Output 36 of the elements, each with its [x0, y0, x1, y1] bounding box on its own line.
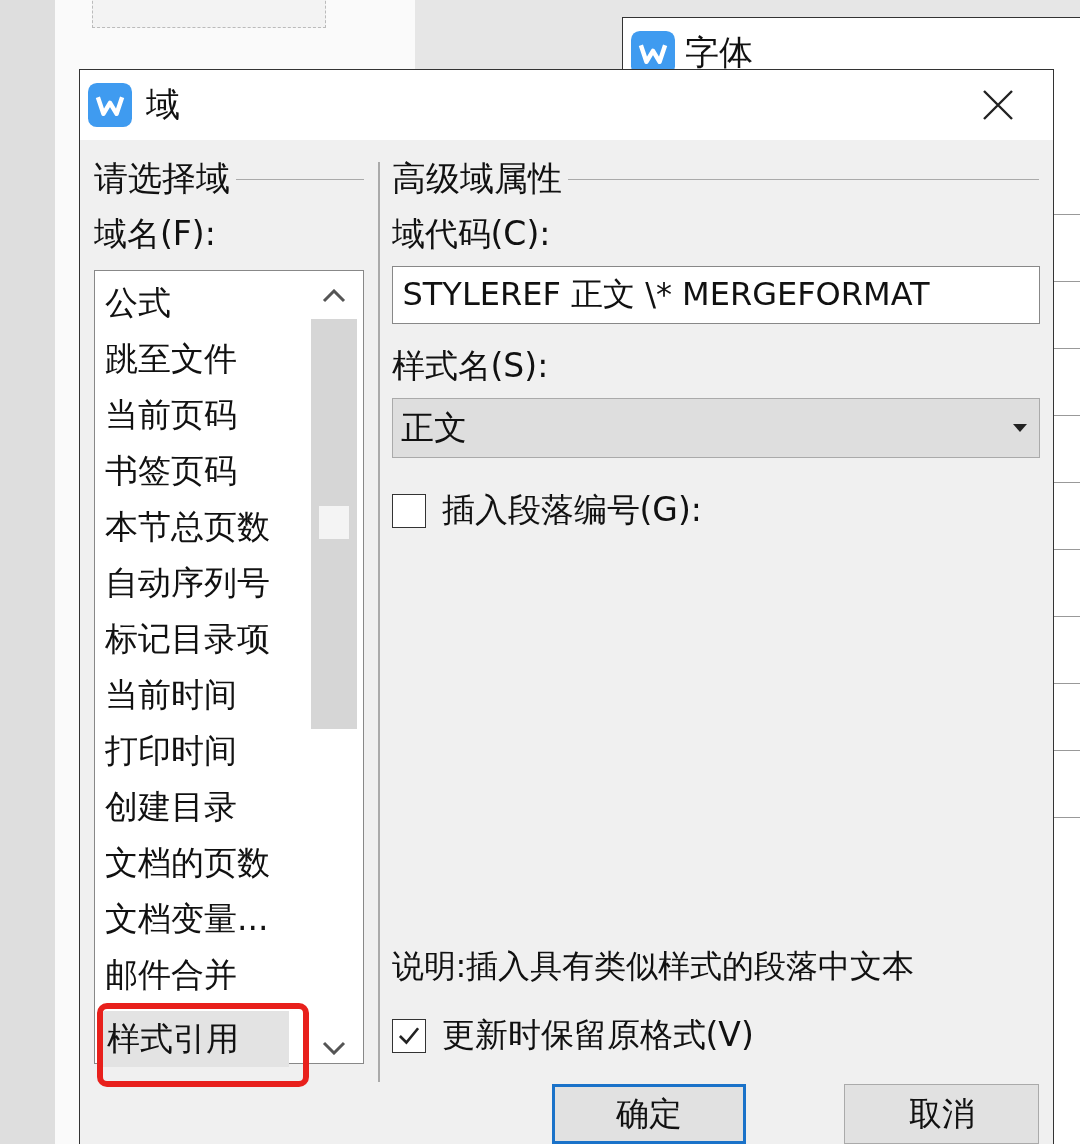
list-item[interactable]: 标记目录项: [95, 611, 311, 667]
list-item[interactable]: 打印时间: [95, 723, 311, 779]
checkbox-label: 更新时保留原格式(V): [441, 1014, 754, 1056]
description-text: 说明:插入具有类似样式的段落中文本: [391, 946, 916, 987]
list-item[interactable]: 当前时间: [95, 667, 311, 723]
field-label: 域名(F):: [94, 213, 217, 255]
field-code-input[interactable]: STYLEREF 正文 \* MERGEFORMAT: [391, 266, 1040, 324]
list-item[interactable]: 文档的页数: [95, 835, 311, 891]
cancel-button[interactable]: 取消: [844, 1084, 1039, 1144]
list-item[interactable]: 文档变量...: [95, 891, 311, 947]
ok-button[interactable]: 确定: [551, 1084, 747, 1144]
field-label: 样式名(S):: [391, 345, 550, 387]
checkbox[interactable]: [391, 493, 426, 528]
scroll-down-icon[interactable]: [322, 1041, 346, 1055]
window-title: 字体: [685, 31, 753, 74]
list-item[interactable]: 书签页码: [95, 443, 311, 499]
app-icon: [88, 83, 132, 127]
field-label: 域代码(C):: [391, 213, 552, 255]
list-item[interactable]: 创建目录: [95, 779, 311, 835]
dialog-title: 域: [146, 83, 181, 126]
caret-icon: [1012, 424, 1027, 432]
scroll-thumb[interactable]: [311, 319, 357, 729]
close-icon[interactable]: [983, 90, 1013, 120]
list-item[interactable]: 本节总页数: [95, 499, 311, 555]
section-heading: 请选择域: [94, 157, 230, 200]
list-item[interactable]: 样式引用: [103, 1011, 289, 1067]
list-item[interactable]: 邮件合并: [95, 947, 311, 1003]
list-item[interactable]: 自动序列号: [95, 555, 311, 611]
list-item[interactable]: 跳至文件: [95, 331, 311, 387]
scroll-up-icon[interactable]: [322, 289, 346, 303]
checkbox-label: 插入段落编号(G):: [441, 489, 702, 531]
section-heading: 高级域属性: [391, 157, 562, 200]
style-dropdown[interactable]: 正文: [391, 398, 1040, 458]
checkbox[interactable]: [391, 1018, 426, 1053]
list-item[interactable]: 当前页码: [95, 387, 311, 443]
list-item[interactable]: 公式: [95, 275, 311, 331]
